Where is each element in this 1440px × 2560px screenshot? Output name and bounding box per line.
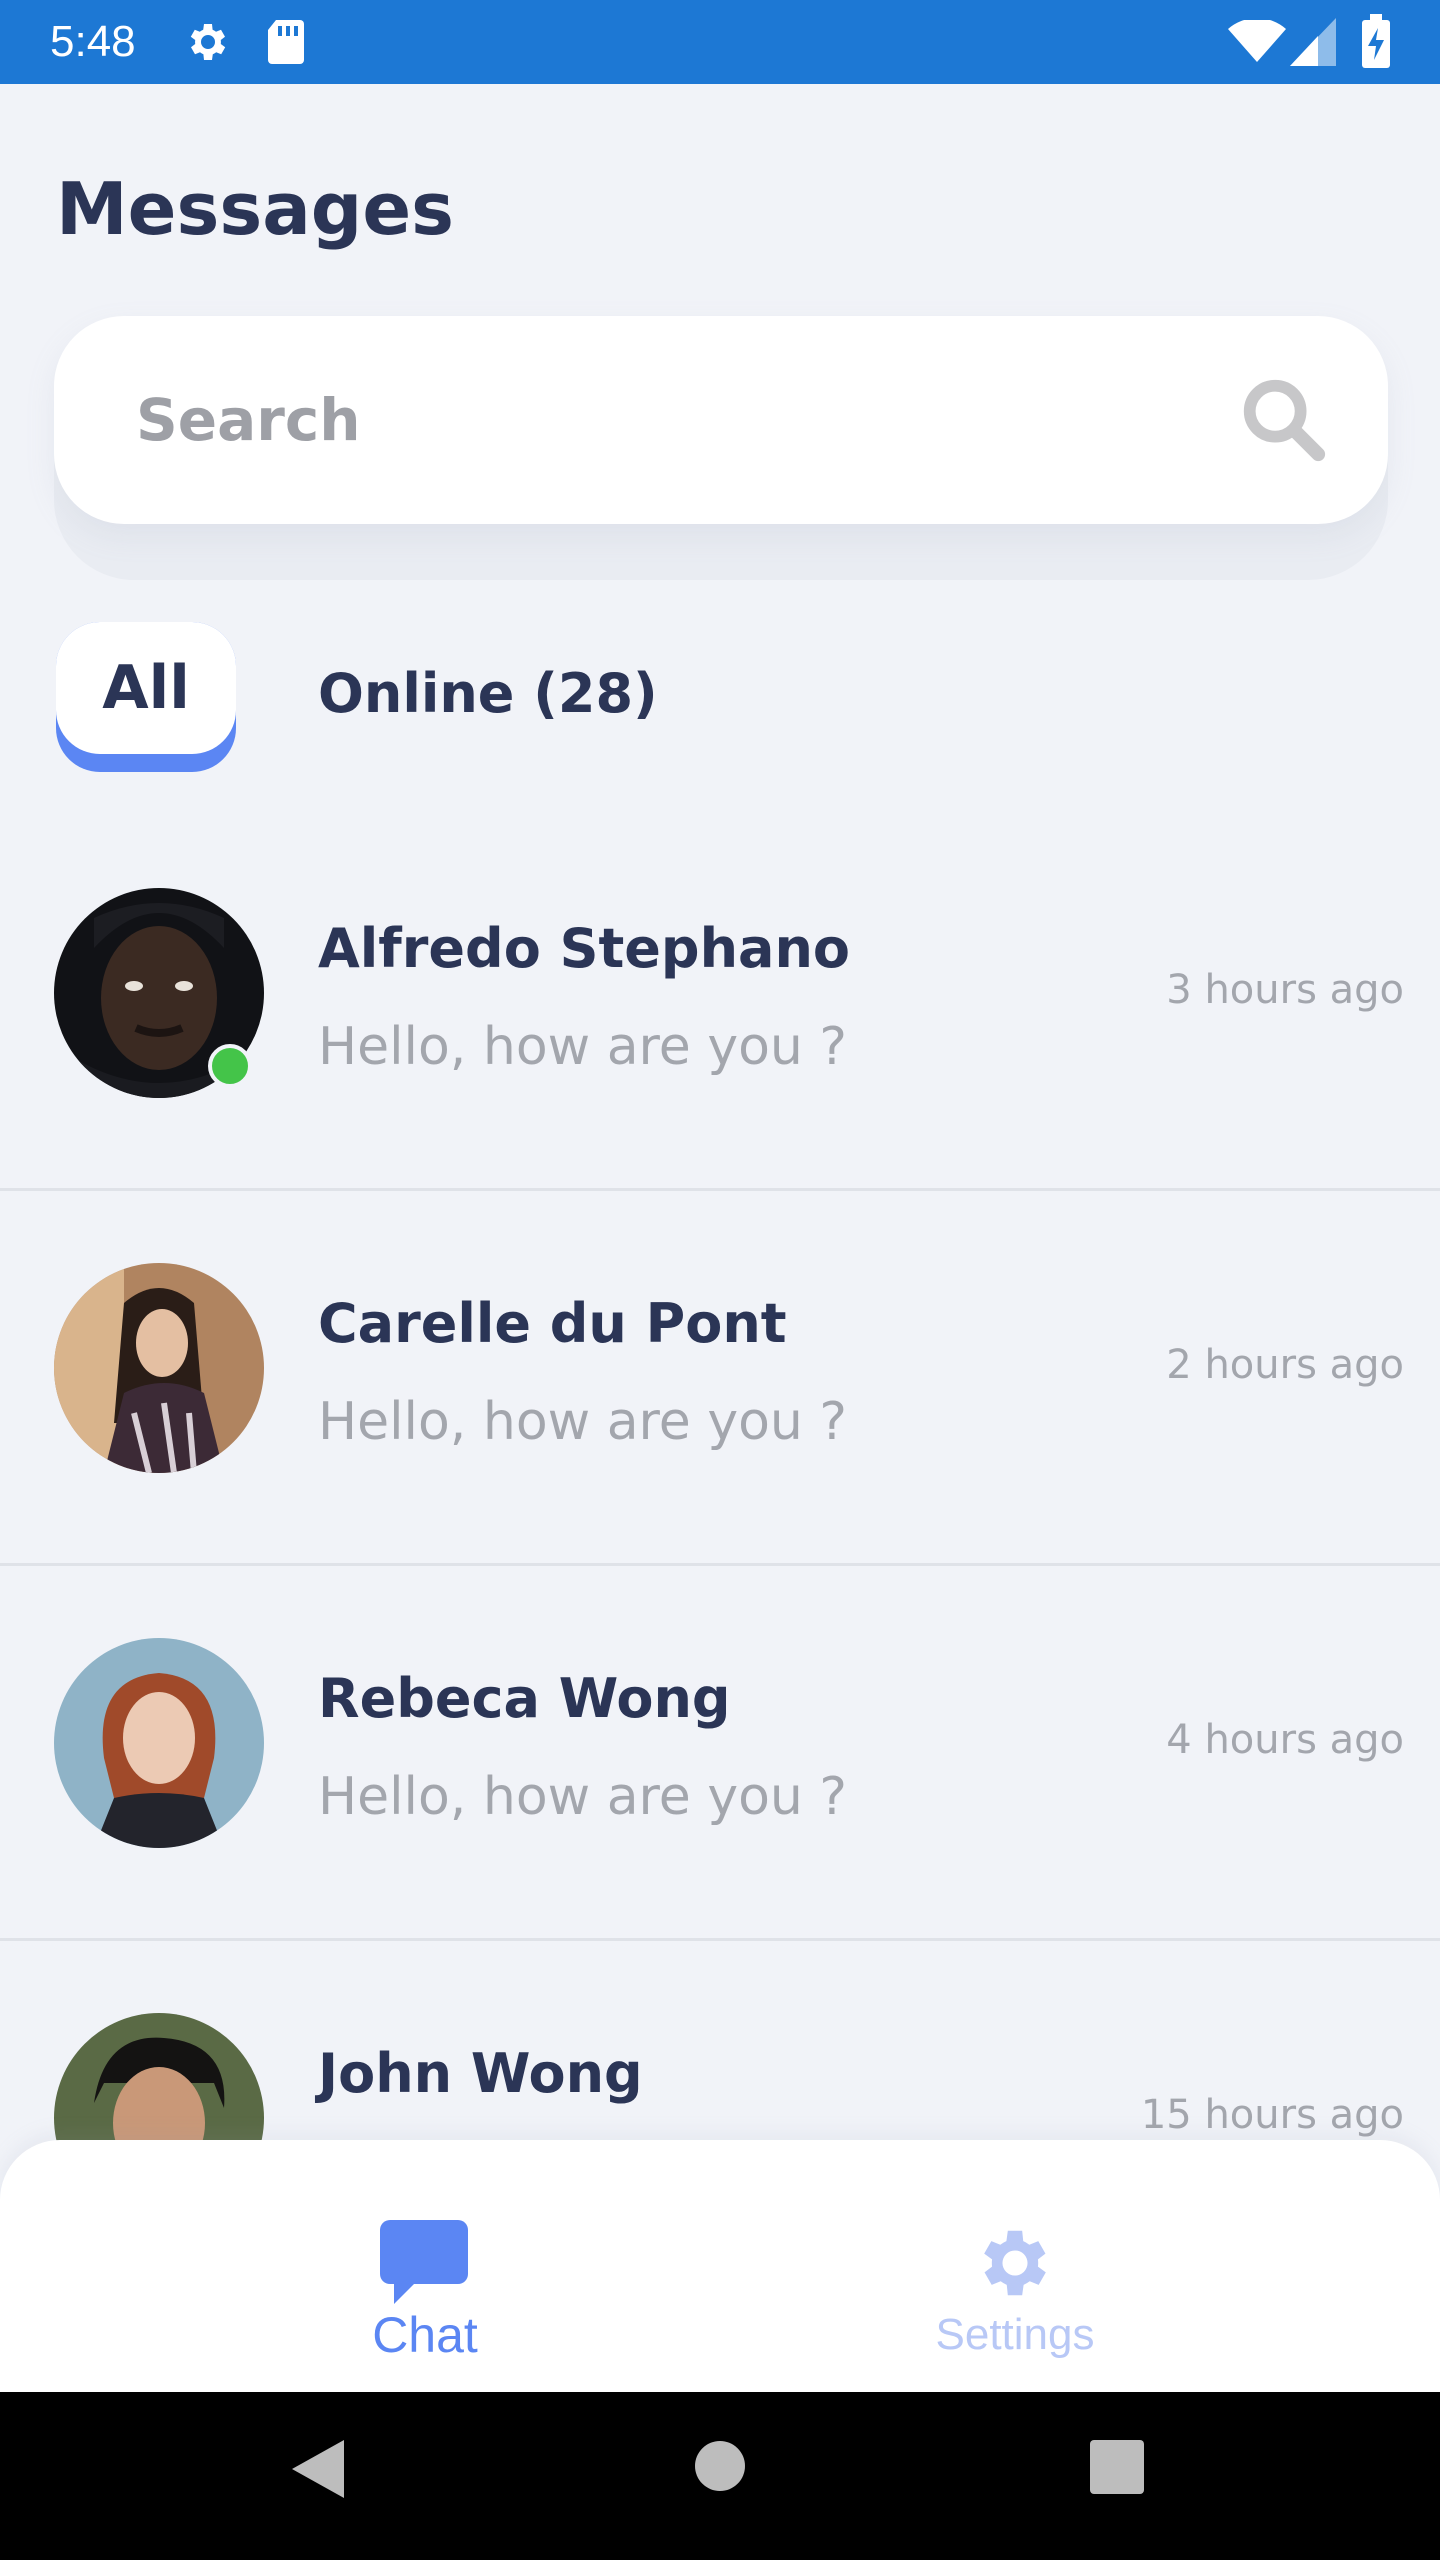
list-item[interactable]: Rebeca Wong Hello, how are you ? 4 hours… — [0, 1566, 1440, 1941]
bottom-nav: Chat Settings — [0, 2140, 1440, 2392]
message-time: 3 hours ago — [1166, 967, 1404, 1013]
recents-icon[interactable] — [1090, 2440, 1144, 2498]
search-input[interactable] — [136, 370, 1136, 470]
battery-charging-icon — [1360, 14, 1392, 74]
nav-settings[interactable]: Settings — [910, 2210, 1120, 2380]
chat-bubble-icon — [380, 2220, 468, 2308]
settings-gear-icon — [972, 2220, 1058, 2310]
message-time: 15 hours ago — [1140, 2092, 1404, 2138]
home-icon[interactable] — [694, 2440, 746, 2496]
nav-chat[interactable]: Chat — [340, 2210, 510, 2380]
contact-name: Carelle du Pont — [318, 1292, 787, 1355]
message-preview: Hello, how are you ? — [318, 1392, 847, 1452]
online-indicator — [208, 1044, 252, 1088]
wifi-icon — [1228, 18, 1286, 68]
contact-name: John Wong — [318, 2042, 643, 2105]
status-bar: 5:48 — [0, 0, 1440, 84]
avatar — [54, 1638, 264, 1848]
nav-settings-label: Settings — [935, 2310, 1095, 2359]
tab-all[interactable]: All — [56, 622, 236, 772]
contact-name: Alfredo Stephano — [318, 917, 851, 980]
list-item[interactable]: Alfredo Stephano Hello, how are you ? 3 … — [0, 816, 1440, 1191]
message-time: 4 hours ago — [1166, 1717, 1404, 1763]
back-icon[interactable] — [288, 2436, 348, 2506]
message-preview: Hello, how are you ? — [318, 1017, 847, 1077]
nav-chat-label: Chat — [372, 2307, 478, 2363]
list-item[interactable]: Carelle du Pont Hello, how are you ? 2 h… — [0, 1191, 1440, 1566]
message-list: Alfredo Stephano Hello, how are you ? 3 … — [0, 816, 1440, 2316]
signal-icon — [1290, 18, 1336, 70]
avatar — [54, 1263, 264, 1473]
tab-online[interactable]: Online (28) — [318, 654, 658, 734]
tab-all-label: All — [56, 622, 236, 754]
message-time: 2 hours ago — [1166, 1342, 1404, 1388]
sd-card-icon — [266, 18, 306, 70]
message-preview: Hello, how are you ? — [318, 1767, 847, 1827]
gear-icon — [184, 18, 232, 70]
search-bar[interactable] — [54, 316, 1388, 524]
status-time: 5:48 — [50, 17, 136, 66]
search-icon[interactable] — [1236, 372, 1330, 470]
page-title: Messages — [56, 167, 455, 251]
contact-name: Rebeca Wong — [318, 1667, 731, 1730]
system-nav-bar — [0, 2392, 1440, 2560]
messages-screen: 5:48 Messages All Online (28) — [0, 0, 1440, 2560]
